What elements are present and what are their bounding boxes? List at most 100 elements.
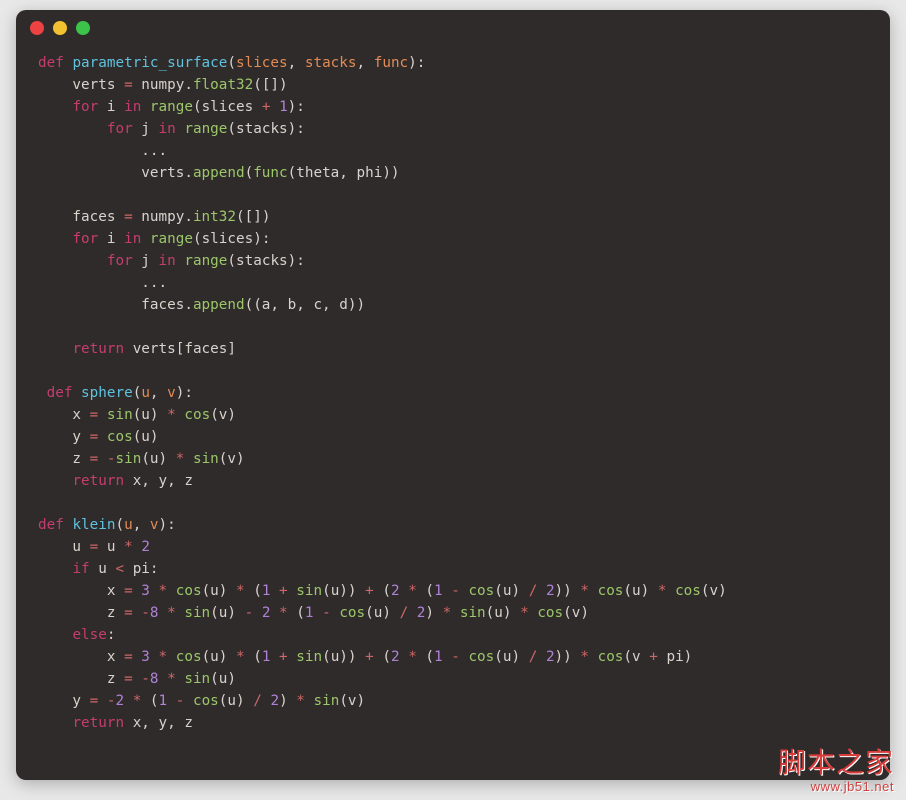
token-id: (slices (193, 99, 262, 115)
token-id: ( (425, 583, 434, 599)
token-call: sin (193, 451, 219, 467)
minimize-icon[interactable] (53, 21, 67, 35)
token-id: (theta, phi)) (288, 165, 400, 181)
token-param: u (141, 385, 150, 401)
token-id: verts (38, 77, 124, 93)
token-op: * (658, 583, 675, 599)
token-id: (u) (365, 605, 399, 621)
token-kw: in (124, 99, 141, 115)
token-id: x, y, z (124, 473, 193, 489)
token-num: 1 (279, 99, 288, 115)
token-kw: for (107, 253, 133, 269)
titlebar (16, 10, 890, 46)
token-call: float32 (193, 77, 253, 93)
token-id: u (107, 539, 124, 555)
token-op: = (124, 77, 141, 93)
token-call: sin (184, 605, 210, 621)
token-id: ): (288, 99, 305, 115)
token-op: - (451, 583, 468, 599)
token-num: 1 (434, 649, 443, 665)
watermark-url: www.jb51.net (778, 780, 894, 794)
token-call: sin (296, 649, 322, 665)
token-param: func (374, 55, 408, 71)
token-id: x (38, 649, 124, 665)
token-id: (v) (219, 451, 245, 467)
token-num: 2 (546, 583, 555, 599)
code-line: else: (38, 627, 115, 643)
token-id: z (38, 605, 124, 621)
token-id: faces (38, 209, 124, 225)
code-line: u = u * 2 (38, 539, 150, 555)
code-line: z = -sin(u) * sin(v) (38, 451, 245, 467)
token-id: (u) (494, 649, 528, 665)
token-op: = (124, 649, 141, 665)
token-id: )) (555, 583, 581, 599)
token-id: ( (115, 517, 124, 533)
token-id: z (38, 451, 90, 467)
token-op: * (279, 605, 296, 621)
token-param: v (167, 385, 176, 401)
code-line: x = 3 * cos(u) * (1 + sin(u)) + (2 * (1 … (38, 583, 727, 599)
code-line: z = -8 * sin(u) (38, 671, 236, 687)
token-op: / (529, 583, 546, 599)
token-op: * (176, 451, 193, 467)
token-kw: if (72, 561, 89, 577)
code-block: def parametric_surface(slices, stacks, f… (16, 46, 890, 752)
token-param: slices (236, 55, 288, 71)
token-id: j (133, 121, 159, 137)
token-op: = (124, 583, 141, 599)
token-id: ( (253, 583, 262, 599)
token-id (38, 715, 72, 731)
token-call: append (193, 165, 245, 181)
token-num: 2 (270, 693, 279, 709)
token-call: sin (314, 693, 340, 709)
token-id: (u) (133, 407, 167, 423)
token-call: append (193, 297, 245, 313)
token-id (400, 649, 409, 665)
token-op: - (322, 605, 339, 621)
token-id (270, 605, 279, 621)
token-op: * (520, 605, 537, 621)
token-id: (stacks): (227, 253, 304, 269)
token-id: (v) (210, 407, 236, 423)
token-op: * (580, 583, 597, 599)
token-kw: for (107, 121, 133, 137)
token-id: faces. (38, 297, 193, 313)
token-op: + (279, 583, 296, 599)
code-line: ... (38, 143, 167, 159)
token-id: numpy (141, 77, 184, 93)
token-call: cos (537, 605, 563, 621)
code-line: for i in range(slices): (38, 231, 270, 247)
token-id: i (98, 231, 124, 247)
close-icon[interactable] (30, 21, 44, 35)
code-line: return verts[faces] (38, 341, 236, 357)
token-op: * (408, 649, 425, 665)
token-op: - (176, 693, 193, 709)
token-call: sin (184, 671, 210, 687)
token-op: * (133, 693, 150, 709)
token-op: = (90, 407, 107, 423)
token-call: cos (176, 583, 202, 599)
token-num: 2 (141, 539, 150, 555)
token-id: ) (279, 693, 296, 709)
token-call: int32 (193, 209, 236, 225)
code-line: verts.append(func(theta, phi)) (38, 165, 400, 181)
zoom-icon[interactable] (76, 21, 90, 35)
token-call: sin (107, 407, 133, 423)
token-call: cos (107, 429, 133, 445)
token-id (270, 649, 279, 665)
token-kw: return (72, 473, 124, 489)
token-id: numpy (141, 209, 184, 225)
token-num: 1 (159, 693, 168, 709)
token-id: (u) (623, 583, 657, 599)
token-call: cos (193, 693, 219, 709)
code-line: x = sin(u) * cos(v) (38, 407, 236, 423)
token-op: / (253, 693, 270, 709)
token-id: y (38, 693, 90, 709)
token-call: cos (468, 583, 494, 599)
token-id: ): (408, 55, 425, 71)
token-id: ([]) (253, 77, 287, 93)
token-id: )) (555, 649, 581, 665)
token-call: cos (598, 649, 624, 665)
token-kw: return (72, 341, 124, 357)
